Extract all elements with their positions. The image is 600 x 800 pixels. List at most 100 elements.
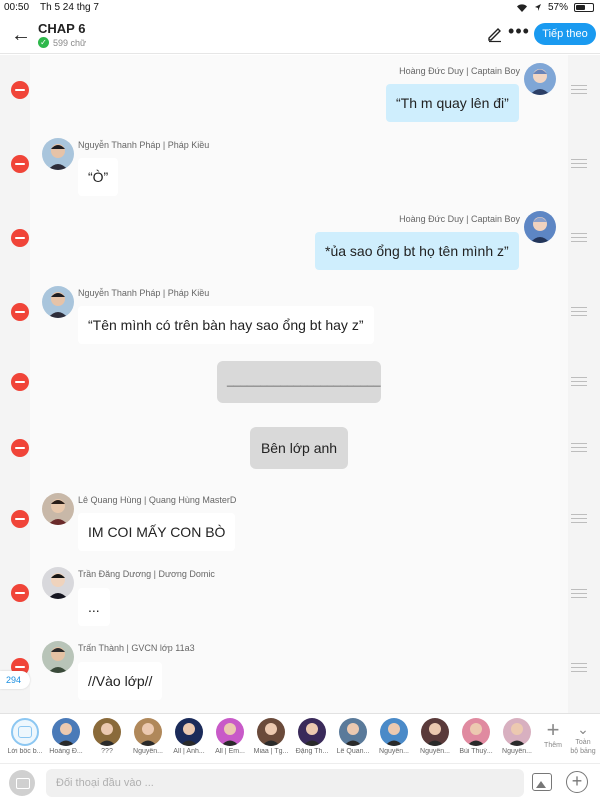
character-label: Nguyễn... (502, 748, 532, 755)
avatar (42, 493, 74, 525)
word-count-row: ✓ 599 chữ (38, 37, 86, 48)
narration-bubble[interactable]: Bên lớp anh (250, 427, 348, 469)
battery-percent: 57% (547, 2, 568, 13)
delete-message-button[interactable] (11, 81, 29, 99)
message-author: Hoàng Đức Duy | Captain Boy (399, 214, 520, 224)
drag-handle[interactable] (571, 159, 587, 168)
character-avatar (216, 718, 244, 746)
back-arrow-icon[interactable]: ← (8, 22, 34, 48)
drag-handle[interactable] (571, 233, 587, 242)
message-bubble[interactable]: IM COI MẤY CON BÒ (78, 513, 236, 551)
avatar (524, 211, 556, 243)
message-bubble[interactable]: “Th m quay lên đi” (386, 84, 519, 122)
character-item[interactable]: Nguyễn... (374, 718, 414, 755)
drag-handle[interactable] (571, 663, 587, 672)
add-character-button[interactable]: + Thêm (541, 717, 565, 750)
message-count-badge[interactable]: 294 (0, 671, 30, 689)
character-item[interactable]: Hoàng Đ... (46, 718, 86, 755)
status-bar: 00:50 Th 5 24 thg 7 57% (0, 0, 600, 16)
image-icon[interactable] (532, 773, 552, 791)
character-avatar (52, 718, 80, 746)
character-label: Bùi Thuý... (459, 748, 493, 755)
check-icon: ✓ (38, 37, 49, 48)
character-item[interactable]: ??? (87, 718, 127, 755)
message-author: Hoàng Đức Duy | Captain Boy (399, 66, 520, 76)
character-label: Nguyễn... (379, 748, 409, 755)
character-label: Nguyễn... (133, 748, 163, 755)
chevron-down-icon: ⌄ (577, 721, 589, 737)
drag-handle[interactable] (571, 589, 587, 598)
character-label: Lời bốc b... (7, 748, 43, 755)
status-time: 00:50 (4, 2, 30, 13)
character-label: Lê Quan... (336, 748, 370, 755)
character-label: Miaa | Tg... (253, 748, 289, 755)
character-item[interactable]: Nguyễn... (128, 718, 168, 755)
character-narrator[interactable]: Lời bốc b... (5, 718, 45, 755)
character-bar: Lời bốc b... Hoàng Đ...??? Nguyễn... All |… (0, 713, 600, 763)
pencil-icon[interactable] (486, 25, 504, 43)
next-button[interactable]: Tiếp theo (534, 23, 596, 45)
all-characters-label-2: bộ bảng (570, 748, 596, 755)
message-bubble[interactable]: “Tên mình có trên bàn hay sao ổng bt hay… (78, 306, 374, 344)
character-item[interactable]: All | Anh... (169, 718, 209, 755)
battery-level (576, 5, 586, 10)
character-avatar (339, 718, 367, 746)
message-author: Trần Đăng Dương | Dương Domic (78, 569, 215, 579)
delete-message-button[interactable] (11, 229, 29, 247)
character-avatar (380, 718, 408, 746)
character-avatar (503, 718, 531, 746)
drag-handle[interactable] (571, 377, 587, 386)
delete-message-button[interactable] (11, 303, 29, 321)
character-label: Đặng Th... (295, 748, 329, 755)
character-item[interactable]: Đặng Th... (292, 718, 332, 755)
drag-handle[interactable] (571, 307, 587, 316)
delete-message-button[interactable] (11, 510, 29, 528)
delete-message-button[interactable] (11, 373, 29, 391)
add-character-label: Thêm (544, 742, 562, 749)
narrator-icon (11, 718, 39, 746)
message-bubble[interactable]: ... (78, 588, 110, 626)
chat-area: Hoàng Đức Duy | Captain Boy “Th m quay l… (0, 55, 600, 713)
character-label: ??? (101, 748, 113, 755)
character-item[interactable]: Nguyễn... (497, 718, 537, 755)
all-characters-button[interactable]: ⌄ Toàn bộ bảng (566, 720, 600, 756)
drag-handle[interactable] (571, 85, 587, 94)
drag-handle[interactable] (571, 443, 587, 452)
avatar (42, 138, 74, 170)
message-bubble[interactable]: “Ò” (78, 158, 119, 196)
message-type-button[interactable] (9, 770, 35, 796)
character-label: Hoàng Đ... (49, 748, 83, 755)
character-item[interactable]: Lê Quan... (333, 718, 373, 755)
message-author: Lê Quang Hùng | Quang Hùng MasterD (78, 495, 237, 505)
more-options-icon[interactable]: ••• (508, 22, 530, 44)
input-bar: + (0, 763, 600, 800)
delete-message-button[interactable] (11, 155, 29, 173)
drag-handle[interactable] (571, 514, 587, 523)
character-item[interactable]: Nguyễn... (415, 718, 455, 755)
avatar (524, 63, 556, 95)
avatar (42, 641, 74, 673)
character-avatar (134, 718, 162, 746)
character-label: Nguyễn... (420, 748, 450, 755)
character-item[interactable]: Miaa | Tg... (251, 718, 291, 755)
dialogue-input[interactable] (46, 769, 524, 797)
character-item[interactable]: All | Em... (210, 718, 250, 755)
message-author: Nguyễn Thanh Pháp | Pháp Kiều (78, 140, 210, 150)
message-bubble[interactable]: *ủa sao ổng bt họ tên mình z” (315, 232, 519, 270)
delete-message-button[interactable] (11, 584, 29, 602)
wifi-icon (516, 3, 527, 12)
delete-message-button[interactable] (11, 439, 29, 457)
message-author: Trấn Thành | GVCN lớp 11a3 (78, 643, 195, 653)
plus-icon: + (546, 717, 560, 742)
scene-divider[interactable]: _______________________ (217, 361, 381, 403)
character-label: All | Anh... (173, 748, 205, 755)
avatar (42, 286, 74, 318)
character-avatar (298, 718, 326, 746)
character-avatar (257, 718, 285, 746)
message-bubble[interactable]: //Vào lớp// (78, 662, 163, 700)
status-date: Th 5 24 thg 7 (40, 2, 99, 13)
character-avatar (421, 718, 449, 746)
character-item[interactable]: Bùi Thuý... (456, 718, 496, 755)
battery-icon (574, 3, 594, 12)
add-plus-icon[interactable]: + (566, 771, 588, 793)
